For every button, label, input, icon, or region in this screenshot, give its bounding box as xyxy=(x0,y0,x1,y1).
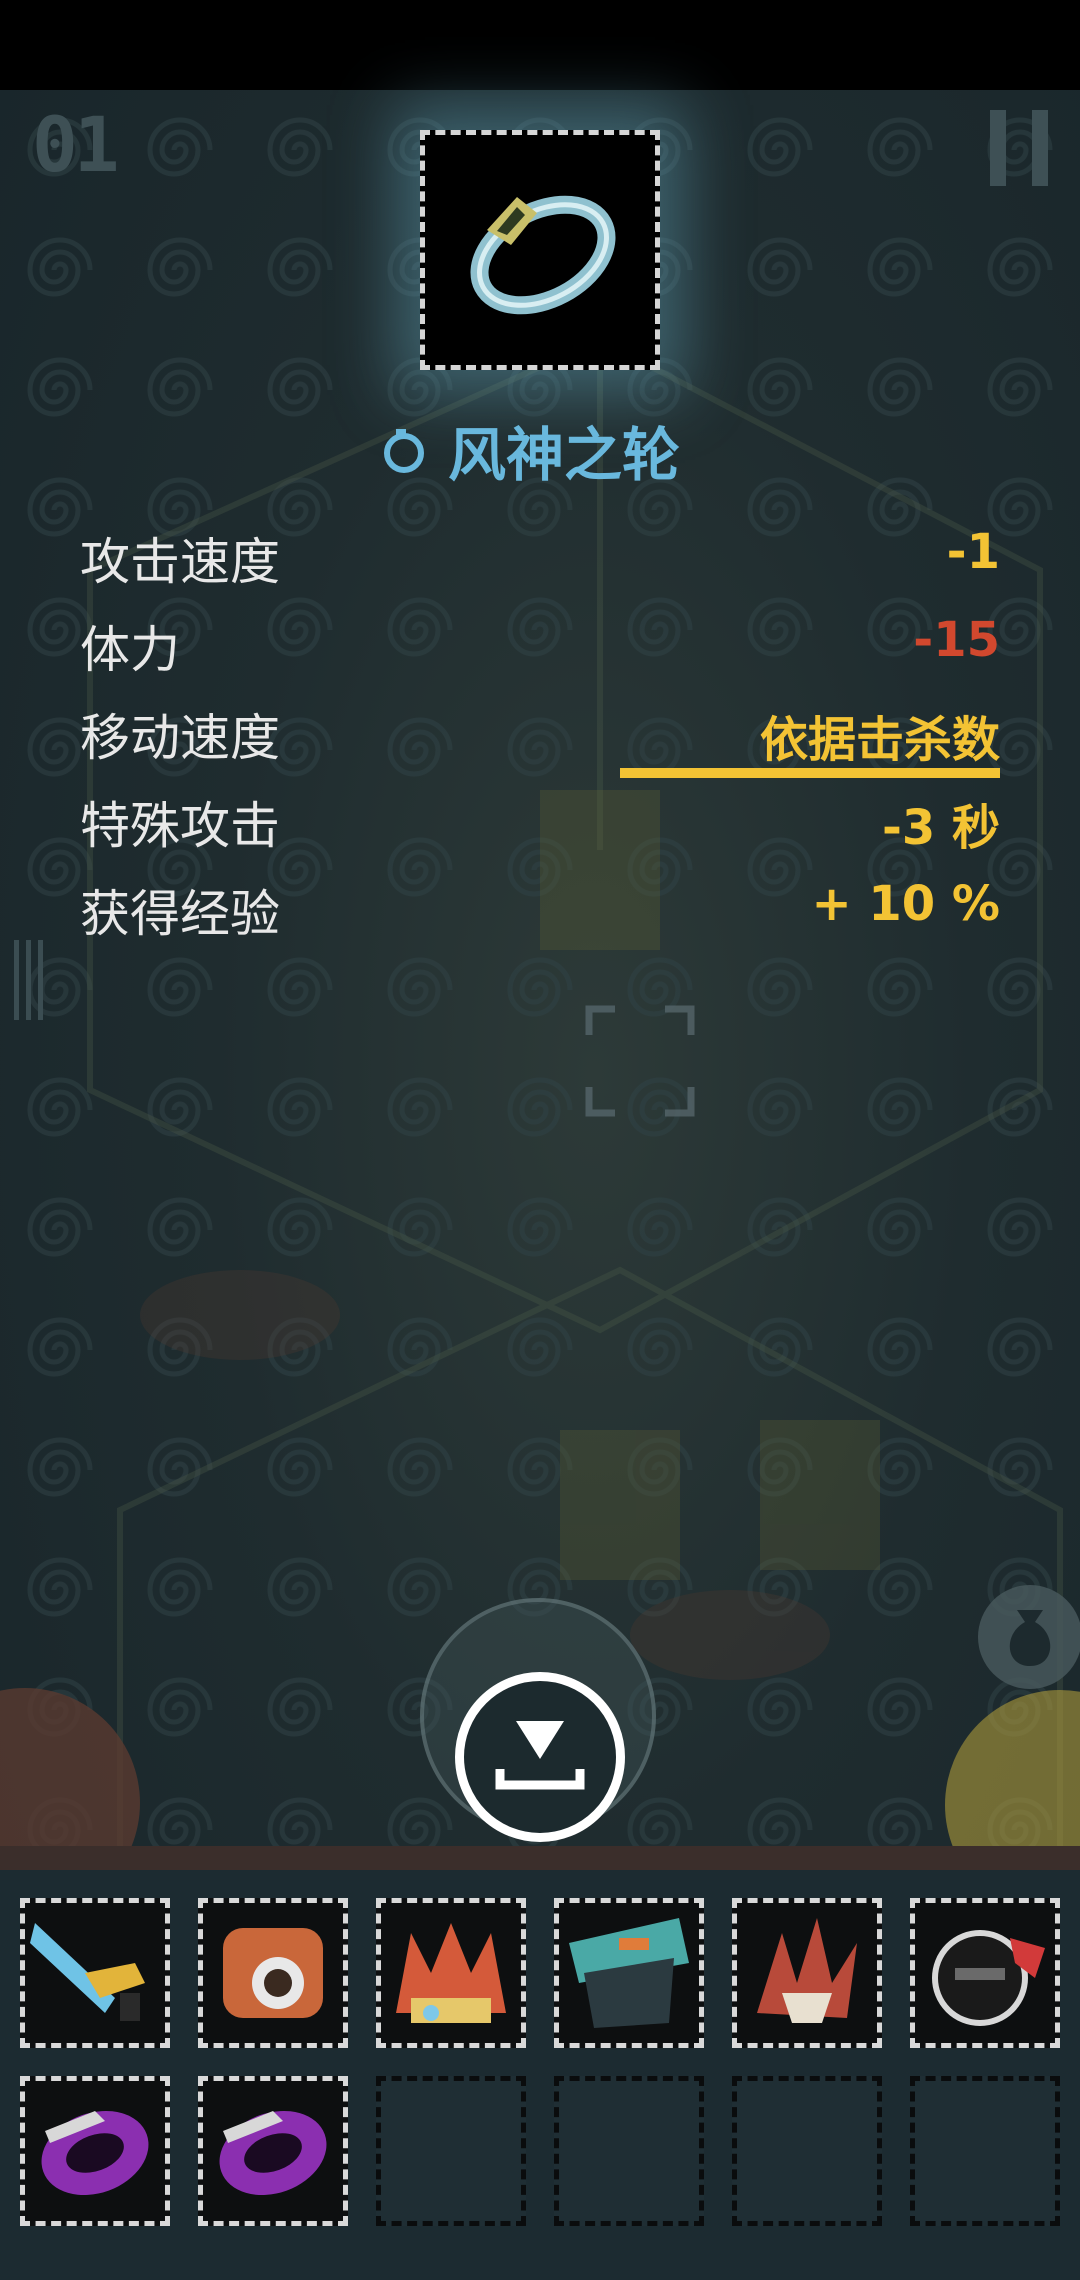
inventory-slot-3[interactable] xyxy=(376,1898,526,2048)
inventory-divider xyxy=(0,1846,1080,1870)
stat-value-exp-gain: + 10 % xyxy=(811,876,1000,932)
red-claw-icon xyxy=(757,1918,857,2023)
teal-armor-icon xyxy=(569,1918,689,2028)
stat-label-special-attack: 特殊攻击 xyxy=(80,797,280,855)
ring-type-icon xyxy=(384,429,424,473)
spiked-crown-icon xyxy=(396,1923,506,2023)
orange-gear-icon xyxy=(223,1928,323,2018)
inventory-slot-10[interactable] xyxy=(554,2076,704,2226)
purple-ring-icon xyxy=(41,2110,149,2196)
money-bag-icon[interactable] xyxy=(975,1582,1080,1692)
item-name: 风神之轮 xyxy=(448,421,681,489)
drop-item-button[interactable] xyxy=(455,1672,625,1842)
stat-label-move-speed: 移动速度 xyxy=(80,709,280,767)
target-reticle-icon xyxy=(585,1005,695,1117)
blue-blade-icon xyxy=(30,1923,145,2021)
link-underline xyxy=(620,768,1000,778)
drop-down-icon xyxy=(495,1721,585,1790)
black-helmet-icon xyxy=(932,1930,1045,2026)
stat-value-special-attack: -3 秒 xyxy=(881,800,1000,856)
inventory-slot-4[interactable] xyxy=(554,1898,704,2048)
inventory-slot-1[interactable] xyxy=(20,1898,170,2048)
inventory-slot-11[interactable] xyxy=(732,2076,882,2226)
stat-value-attack-speed: -1 xyxy=(946,524,1000,580)
stat-value-move-speed[interactable]: 依据击杀数 xyxy=(760,700,1000,770)
stat-value-stamina: -15 xyxy=(913,612,1000,668)
item-title: 风神之轮 xyxy=(380,410,680,490)
status-bar xyxy=(0,0,1080,90)
inventory-slot-2[interactable] xyxy=(198,1898,348,2048)
purple-ring-icon xyxy=(219,2110,327,2196)
game-screen: 01 风神之轮 攻击速度 -1 体力 -15 移动速度 依据击杀数 特殊攻击 -… xyxy=(0,0,1080,2280)
inventory-slot-5[interactable] xyxy=(732,1898,882,2048)
inventory-slot-9[interactable] xyxy=(376,2076,526,2226)
floor-counter: 01 xyxy=(32,100,119,189)
pause-icon[interactable] xyxy=(990,110,1048,186)
inventory-slot-6[interactable] xyxy=(910,1898,1060,2048)
stat-label-exp-gain: 获得经验 xyxy=(80,885,280,943)
inventory-slot-7[interactable] xyxy=(20,2076,170,2226)
wind-ring-icon xyxy=(470,195,616,315)
stat-label-stamina: 体力 xyxy=(80,621,180,679)
side-handle-icon[interactable] xyxy=(14,940,44,1020)
inventory-slot-8[interactable] xyxy=(198,2076,348,2226)
item-preview xyxy=(420,130,660,370)
inventory-slot-12[interactable] xyxy=(910,2076,1060,2226)
stat-label-attack-speed: 攻击速度 xyxy=(80,533,280,591)
